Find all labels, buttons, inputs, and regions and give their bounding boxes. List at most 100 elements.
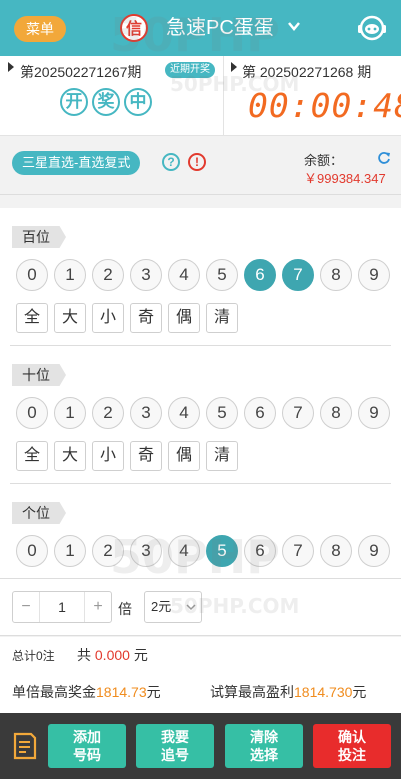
chase-number-button[interactable]: 我要 追号 [136, 724, 214, 768]
multiplier-input[interactable]: 1 [39, 592, 85, 622]
quick-small-button[interactable]: 小 [92, 441, 124, 471]
number-ball[interactable]: 3 [130, 397, 162, 429]
previous-draw[interactable]: 第202502271267期 近期开奖 开 奖 中 [0, 56, 224, 136]
number-ball[interactable]: 9 [358, 259, 390, 291]
add-number-button[interactable]: 添加 号码 [48, 724, 126, 768]
triangle-right-icon [231, 62, 237, 72]
menu-button[interactable]: 菜单 [14, 16, 66, 42]
number-ball[interactable]: 8 [320, 535, 352, 567]
number-picker: 百位 0 1 2 3 4 5 6 7 8 9 全 大 小 奇 偶 清 十位 0 … [0, 208, 401, 578]
ball-row: 0 1 2 3 4 5 6 7 8 9 [16, 535, 390, 567]
number-ball[interactable]: 2 [92, 397, 124, 429]
previous-issue-number: 第202502271267期 [20, 64, 142, 80]
customer-service-icon[interactable] [356, 12, 388, 44]
unit-select[interactable]: 2元 [144, 591, 202, 623]
action-bar: 添加 号码 我要 追号 清除 选择 确认 投注 [0, 713, 401, 779]
number-ball[interactable]: 3 [130, 535, 162, 567]
quick-even-button[interactable]: 偶 [168, 441, 200, 471]
current-issue-number: 202502271268 [259, 64, 354, 80]
bet-amount-value: 0.000 [94, 647, 130, 663]
refresh-icon[interactable] [377, 151, 391, 165]
draw-status-char: 奖 [92, 88, 120, 116]
chase-number-label-1: 我要 [161, 729, 189, 745]
help-icon[interactable]: ? [162, 153, 180, 171]
recent-draws-badge[interactable]: 近期开奖 [165, 62, 215, 78]
number-ball[interactable]: 0 [16, 535, 48, 567]
number-ball[interactable]: 4 [168, 259, 200, 291]
number-ball[interactable]: 1 [54, 259, 86, 291]
quick-clear-button[interactable]: 清 [206, 441, 238, 471]
brand-logo-icon: 信 [120, 14, 148, 42]
quick-all-button[interactable]: 全 [16, 303, 48, 333]
confirm-bet-button[interactable]: 确认 投注 [313, 724, 391, 768]
position-label: 个位 [12, 502, 66, 524]
chase-number-label-2: 追号 [161, 747, 189, 763]
bet-amount-unit: 元 [133, 647, 148, 663]
number-ball[interactable]: 1 [54, 397, 86, 429]
play-type-button[interactable]: 三星直选-直选复式 [12, 151, 141, 175]
clear-selection-button[interactable]: 清除 选择 [225, 724, 303, 768]
header-bar: 菜单 信 急速PC蛋蛋 [0, 0, 401, 56]
page-title[interactable]: 急速PC蛋蛋 [166, 14, 274, 42]
number-ball[interactable]: 9 [358, 535, 390, 567]
clear-selection-label-2: 选择 [250, 747, 278, 763]
quick-small-button[interactable]: 小 [92, 303, 124, 333]
number-ball[interactable]: 6 [244, 397, 276, 429]
number-ball[interactable]: 4 [168, 397, 200, 429]
number-ball[interactable]: 8 [320, 259, 352, 291]
chevron-down-icon[interactable] [286, 18, 302, 34]
number-ball[interactable]: 5 [206, 397, 238, 429]
add-number-label-1: 添加 [73, 729, 101, 745]
times-label: 倍 [118, 601, 132, 617]
current-issue: 第 202502271268 期 [242, 62, 371, 82]
bet-amount: 共 0.000 元 [77, 645, 148, 665]
warning-icon[interactable]: ! [188, 153, 206, 171]
quick-odd-button[interactable]: 奇 [130, 441, 162, 471]
number-ball[interactable]: 6 [244, 535, 276, 567]
number-ball[interactable]: 2 [92, 259, 124, 291]
quick-all-button[interactable]: 全 [16, 441, 48, 471]
quick-even-button[interactable]: 偶 [168, 303, 200, 333]
divider [10, 483, 391, 484]
increase-button[interactable]: + [85, 592, 111, 622]
add-number-label-2: 号码 [73, 747, 101, 763]
number-ball[interactable]: 4 [168, 535, 200, 567]
multiplier-bar: − 1 + 倍 2元 [0, 578, 401, 636]
max-prize-value: 1814.73 [96, 684, 147, 700]
number-ball-selected[interactable]: 6 [244, 259, 276, 291]
max-prize-label: 单倍最高奖金 [12, 684, 96, 700]
bet-list-icon[interactable] [12, 732, 38, 760]
number-ball[interactable]: 9 [358, 397, 390, 429]
unit-select-value: 2元 [151, 599, 172, 614]
countdown-timer: 00:00:48 [248, 86, 401, 125]
confirm-bet-label-2: 投注 [338, 747, 366, 763]
draw-info-panel: 第202502271267期 近期开奖 开 奖 中 第 202502271268… [0, 56, 401, 136]
number-ball[interactable]: 2 [92, 535, 124, 567]
quick-select-row: 全 大 小 奇 偶 清 [16, 441, 238, 471]
quick-odd-button[interactable]: 奇 [130, 303, 162, 333]
position-label: 十位 [12, 364, 66, 386]
triangle-right-icon [8, 62, 14, 72]
number-ball[interactable]: 0 [16, 397, 48, 429]
number-ball[interactable]: 3 [130, 259, 162, 291]
quick-big-button[interactable]: 大 [54, 441, 86, 471]
number-ball-selected[interactable]: 7 [282, 259, 314, 291]
number-ball[interactable]: 8 [320, 397, 352, 429]
quick-big-button[interactable]: 大 [54, 303, 86, 333]
number-ball-selected[interactable]: 5 [206, 535, 238, 567]
bet-count: 总计0注 [12, 649, 55, 663]
number-ball[interactable]: 0 [16, 259, 48, 291]
confirm-bet-label-1: 确认 [338, 729, 366, 745]
number-ball[interactable]: 7 [282, 397, 314, 429]
number-ball[interactable]: 5 [206, 259, 238, 291]
bet-summary: 总计0注 共 0.000 元 单倍最高奖金1814.73 元 试算最高盈利1814… [0, 637, 401, 713]
decrease-button[interactable]: − [13, 592, 39, 622]
max-profit-unit: 元 [352, 684, 367, 700]
max-profit: 试算最高盈利1814.730元 [210, 682, 366, 702]
max-profit-label: 试算最高盈利 [210, 684, 294, 700]
number-ball[interactable]: 1 [54, 535, 86, 567]
quick-clear-button[interactable]: 清 [206, 303, 238, 333]
clear-selection-label-1: 清除 [250, 729, 278, 745]
draw-status: 开 奖 中 [60, 88, 152, 116]
number-ball[interactable]: 7 [282, 535, 314, 567]
